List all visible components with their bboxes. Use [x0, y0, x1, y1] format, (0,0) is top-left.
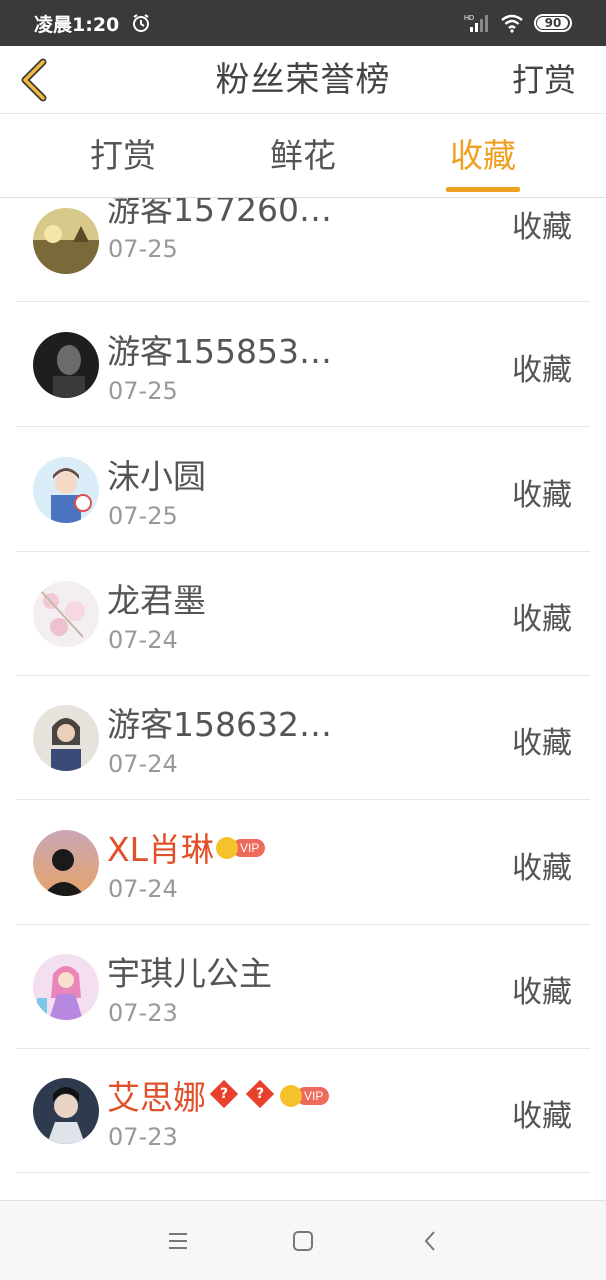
avatar [33, 830, 99, 896]
system-nav-bar [0, 1200, 606, 1280]
list-item[interactable]: 游客157260… 07-25 收藏 [16, 198, 590, 302]
signal-icon: HD [464, 15, 488, 32]
landscape-avatar [33, 208, 99, 274]
signal-hd-label: HD [464, 15, 474, 22]
fan-date: 07-25 [108, 502, 178, 530]
fan-name-text: XL肖琳 [107, 830, 214, 869]
avatar [33, 581, 99, 647]
fan-name: 龙君墨 [107, 581, 206, 620]
list-item[interactable]: 艾思娜?? VIP 07-23 收藏 [16, 1049, 590, 1173]
status-time: 凌晨1:20 [34, 13, 120, 36]
avatar [33, 457, 99, 523]
list-item[interactable]: 宇琪儿公主 07-23 收藏 [16, 925, 590, 1049]
fan-action: 收藏 [512, 602, 572, 637]
screen: 凌晨1:20 HD 90 粉丝荣誉榜 打赏 打赏 鲜花 收藏 游客157260…… [0, 0, 606, 1280]
status-bar: 凌晨1:20 HD 90 [0, 0, 606, 46]
dark-portrait-avatar [33, 332, 99, 398]
fan-action: 收藏 [512, 726, 572, 761]
crown-icon [280, 1084, 302, 1107]
fan-date: 07-23 [108, 1123, 178, 1151]
fan-name: 游客155853… [107, 332, 332, 371]
avatar [33, 1078, 99, 1144]
tab-label: 鲜花 [270, 136, 336, 175]
fan-date: 07-24 [108, 875, 178, 903]
tab-reward[interactable]: 打赏 [48, 114, 198, 198]
fan-name-text: 艾思娜 [107, 1078, 206, 1117]
red-diamond-icon: ? [245, 1079, 275, 1108]
fan-action: 收藏 [512, 1099, 572, 1134]
fan-date: 07-23 [108, 999, 178, 1027]
red-diamond-icon: ? [209, 1079, 239, 1108]
list-item[interactable]: 沫小圆 07-25 收藏 [16, 428, 590, 552]
fan-name: 游客157260… [107, 198, 332, 229]
home-square-icon [293, 1231, 313, 1251]
wifi-icon [501, 14, 523, 33]
active-tab-indicator [446, 187, 520, 192]
fan-date: 07-25 [108, 377, 178, 405]
list-item[interactable]: 游客158632… 07-24 收藏 [16, 676, 590, 800]
fan-action: 收藏 [512, 210, 572, 245]
avatar [33, 332, 99, 398]
fan-action: 收藏 [512, 353, 572, 388]
list-item[interactable]: 龙君墨 07-24 收藏 [16, 552, 590, 676]
home-button[interactable] [287, 1225, 319, 1257]
fan-name: 游客158632… [107, 705, 332, 744]
battery-icon: 90 [534, 14, 572, 32]
vip-badge: VIP [216, 836, 266, 859]
tab-label: 打赏 [90, 136, 156, 175]
tab-bar: 打赏 鲜花 收藏 [0, 114, 606, 198]
header: 粉丝荣誉榜 打赏 [0, 46, 606, 114]
fan-name: 沫小圆 [107, 457, 206, 496]
fan-action: 收藏 [512, 975, 572, 1010]
back-nav-button[interactable] [414, 1225, 446, 1257]
crown-icon [216, 836, 238, 859]
sunset-silhouette-avatar [33, 830, 99, 896]
fan-action: 收藏 [512, 851, 572, 886]
fan-action: 收藏 [512, 478, 572, 513]
fan-list[interactable]: 游客157260… 07-25 收藏 游客155853… 07-25 收藏 沫小… [0, 198, 606, 1200]
princess-avatar [33, 954, 99, 1020]
avatar [33, 705, 99, 771]
vip-badge: VIP [280, 1084, 330, 1107]
blossom-avatar [33, 581, 99, 647]
fan-name: XL肖琳 VIP [107, 823, 266, 871]
list-item[interactable]: 游客155853… 07-25 收藏 [16, 303, 590, 427]
status-icons: HD 90 [464, 13, 572, 33]
menu-icon [169, 1233, 187, 1249]
tab-label: 收藏 [450, 136, 516, 175]
list-item[interactable]: XL肖琳 VIP 07-24 收藏 [16, 801, 590, 925]
selfie-avatar [33, 705, 99, 771]
avatar [33, 954, 99, 1020]
fan-name: 宇琪儿公主 [107, 954, 272, 993]
fan-date: 07-24 [108, 750, 178, 778]
alarm-icon [133, 14, 150, 32]
back-triangle-icon [424, 1231, 435, 1251]
anime-avatar [33, 457, 99, 523]
costume-avatar [33, 1078, 99, 1144]
menu-button[interactable] [162, 1225, 194, 1257]
reward-button[interactable]: 打赏 [512, 46, 576, 114]
tab-favorites[interactable]: 收藏 [408, 114, 558, 198]
tab-flowers[interactable]: 鲜花 [228, 114, 378, 198]
avatar [33, 208, 99, 274]
battery-level: 90 [544, 16, 562, 30]
fan-date: 07-25 [108, 235, 178, 263]
fan-date: 07-24 [108, 626, 178, 654]
fan-name: 艾思娜?? VIP [107, 1071, 330, 1119]
